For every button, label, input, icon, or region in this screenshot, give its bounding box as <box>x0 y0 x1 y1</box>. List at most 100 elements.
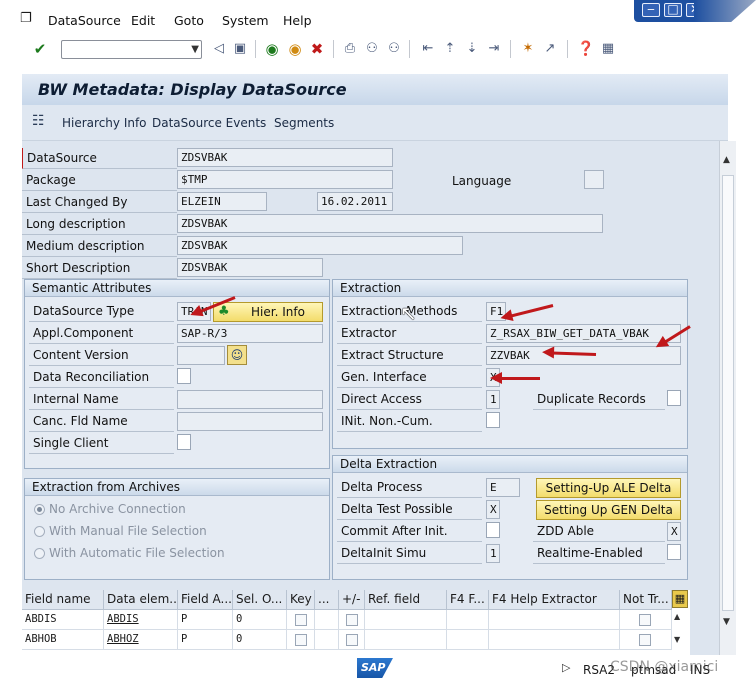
column-header[interactable]: F4 Help Extractor <box>489 590 620 610</box>
content-version-picker-icon[interactable]: ☺ <box>227 345 247 365</box>
next-page-icon[interactable]: ⇣ <box>464 41 480 57</box>
canc-fld-name-field[interactable] <box>177 412 323 431</box>
column-header[interactable]: Sel. O... <box>233 590 287 610</box>
zdd-able-field[interactable]: X <box>667 522 681 541</box>
key-checkbox[interactable] <box>295 634 307 646</box>
medium-description-field[interactable]: ZDSVBAK <box>177 236 463 255</box>
back-icon[interactable]: ◉ <box>264 41 280 57</box>
print-icon[interactable]: ⎙ <box>342 41 358 57</box>
last-page-icon[interactable]: ⇥ <box>486 41 502 57</box>
customize-layout-icon[interactable]: ▦ <box>600 41 616 57</box>
column-header[interactable]: ... <box>315 590 339 610</box>
find-icon[interactable]: ⚇ <box>364 41 380 57</box>
table-settings-icon[interactable]: ▦ <box>672 590 688 608</box>
internal-name-field[interactable] <box>177 390 323 409</box>
previous-page-icon[interactable]: ⇡ <box>442 41 458 57</box>
back-left-icon[interactable]: ◁ <box>211 41 227 57</box>
segments-button[interactable]: Segments <box>274 116 334 130</box>
menu-edit[interactable]: Edit <box>131 13 155 28</box>
menu-help[interactable]: Help <box>283 13 312 28</box>
help-icon[interactable]: ❓ <box>577 41 594 57</box>
not-transfer-checkbox[interactable] <box>639 614 651 626</box>
enter-check-icon[interactable]: ✔ <box>32 41 48 57</box>
column-header[interactable]: +/- <box>339 590 365 610</box>
table-cell[interactable] <box>447 630 489 650</box>
find-next-icon[interactable]: ⚇ <box>386 41 402 57</box>
table-cell-data-elem[interactable]: ABHOZ <box>104 630 178 650</box>
single-client-checkbox[interactable] <box>177 434 191 450</box>
table-cell-field[interactable]: ABHOB <box>22 630 104 650</box>
automatic-file-radio[interactable] <box>34 548 45 559</box>
column-header[interactable]: Ref. field <box>365 590 447 610</box>
realtime-enabled-checkbox[interactable] <box>667 544 681 560</box>
package-field[interactable]: $TMP <box>177 170 393 189</box>
table-cell[interactable] <box>365 630 447 650</box>
hierarchy-icon[interactable]: ☷ <box>32 113 45 129</box>
init-non-cum-checkbox[interactable] <box>486 412 500 428</box>
save-icon[interactable]: ▣ <box>232 41 248 57</box>
table-cell[interactable] <box>365 610 447 630</box>
delta-process-field[interactable]: E <box>486 478 520 497</box>
scroll-up-icon[interactable]: ▲ <box>723 155 730 165</box>
key-checkbox[interactable] <box>295 614 307 626</box>
setup-gen-delta-button[interactable]: Setting Up GEN Delta <box>536 500 681 520</box>
direct-access-field[interactable]: 1 <box>486 390 500 409</box>
table-cell-sel[interactable]: 0 <box>233 630 287 650</box>
delta-test-field[interactable]: X <box>486 500 500 519</box>
table-cell-sel[interactable]: 0 <box>233 610 287 630</box>
deltainit-simu-field[interactable]: 1 <box>486 544 500 563</box>
appl-component-field[interactable]: SAP-R/3 <box>177 324 323 343</box>
datasource-field[interactable]: ZDSVBAK <box>177 148 393 167</box>
menu-system[interactable]: System <box>222 13 269 28</box>
short-description-field[interactable]: ZDSVBAK <box>177 258 323 277</box>
extractor-field[interactable]: Z_RSAX_BIW_GET_DATA_VBAK <box>486 324 681 343</box>
exit-icon[interactable]: ◉ <box>287 41 303 57</box>
hierarchy-info-button[interactable]: Hierarchy Info <box>62 116 147 130</box>
command-field[interactable]: ▼ <box>61 40 202 59</box>
table-cell-field[interactable]: ABDIS <box>22 610 104 630</box>
plus-minus-checkbox[interactable] <box>346 614 358 626</box>
data-reconciliation-checkbox[interactable] <box>177 368 191 384</box>
table-scroll-up-icon[interactable]: ▲ <box>674 612 680 621</box>
status-expand-icon[interactable]: ▷ <box>562 661 570 674</box>
table-cell[interactable] <box>489 610 620 630</box>
table-cell[interactable] <box>489 630 620 650</box>
new-session-icon[interactable]: ✶ <box>520 41 536 57</box>
table-scroll-down-icon[interactable]: ▼ <box>674 635 680 644</box>
maximize-button[interactable]: □ <box>664 2 682 17</box>
column-header[interactable]: Key <box>287 590 315 610</box>
duplicate-records-checkbox[interactable] <box>667 390 681 406</box>
table-cell-field-attr[interactable]: P <box>178 610 233 630</box>
not-transfer-checkbox[interactable] <box>639 634 651 646</box>
table-cell-field-attr[interactable]: P <box>178 630 233 650</box>
manual-file-radio[interactable] <box>34 526 45 537</box>
language-field[interactable] <box>584 170 604 189</box>
first-page-icon[interactable]: ⇤ <box>420 41 436 57</box>
column-header[interactable]: Data elem... <box>104 590 178 610</box>
vertical-scrollbar[interactable]: ▲ ▼ <box>719 141 736 655</box>
datasource-events-button[interactable]: DataSource Events <box>152 116 266 130</box>
cancel-icon[interactable]: ✖ <box>309 41 325 57</box>
commit-after-init-checkbox[interactable] <box>486 522 500 538</box>
minimize-button[interactable]: ‒ <box>642 2 660 17</box>
column-header[interactable]: Not Tr... <box>620 590 672 610</box>
menu-datasource[interactable]: DataSource <box>48 13 121 28</box>
table-cell[interactable] <box>447 610 489 630</box>
setup-ale-delta-button[interactable]: Setting-Up ALE Delta <box>536 478 681 498</box>
column-header[interactable]: F4 F... <box>447 590 489 610</box>
last-changed-by-field[interactable]: ELZEIN <box>177 192 267 211</box>
menu-goto[interactable]: Goto <box>174 13 204 28</box>
last-changed-date-field[interactable]: 16.02.2011 <box>317 192 393 211</box>
content-version-field[interactable] <box>177 346 225 365</box>
shortcut-icon[interactable]: ↗ <box>542 41 558 57</box>
scroll-down-icon[interactable]: ▼ <box>723 617 730 627</box>
scrollbar-thumb[interactable] <box>722 175 734 611</box>
column-header[interactable]: Field name <box>22 590 104 610</box>
plus-minus-checkbox[interactable] <box>346 634 358 646</box>
table-cell-data-elem[interactable]: ABDIS <box>104 610 178 630</box>
chevron-down-icon[interactable]: ▼ <box>191 44 199 55</box>
menu-icon[interactable]: ❐ <box>20 11 32 26</box>
hier-info-button[interactable]: ♣ Hier. Info <box>213 302 323 322</box>
no-archive-radio[interactable] <box>34 504 45 515</box>
column-header[interactable]: Field A... <box>178 590 233 610</box>
